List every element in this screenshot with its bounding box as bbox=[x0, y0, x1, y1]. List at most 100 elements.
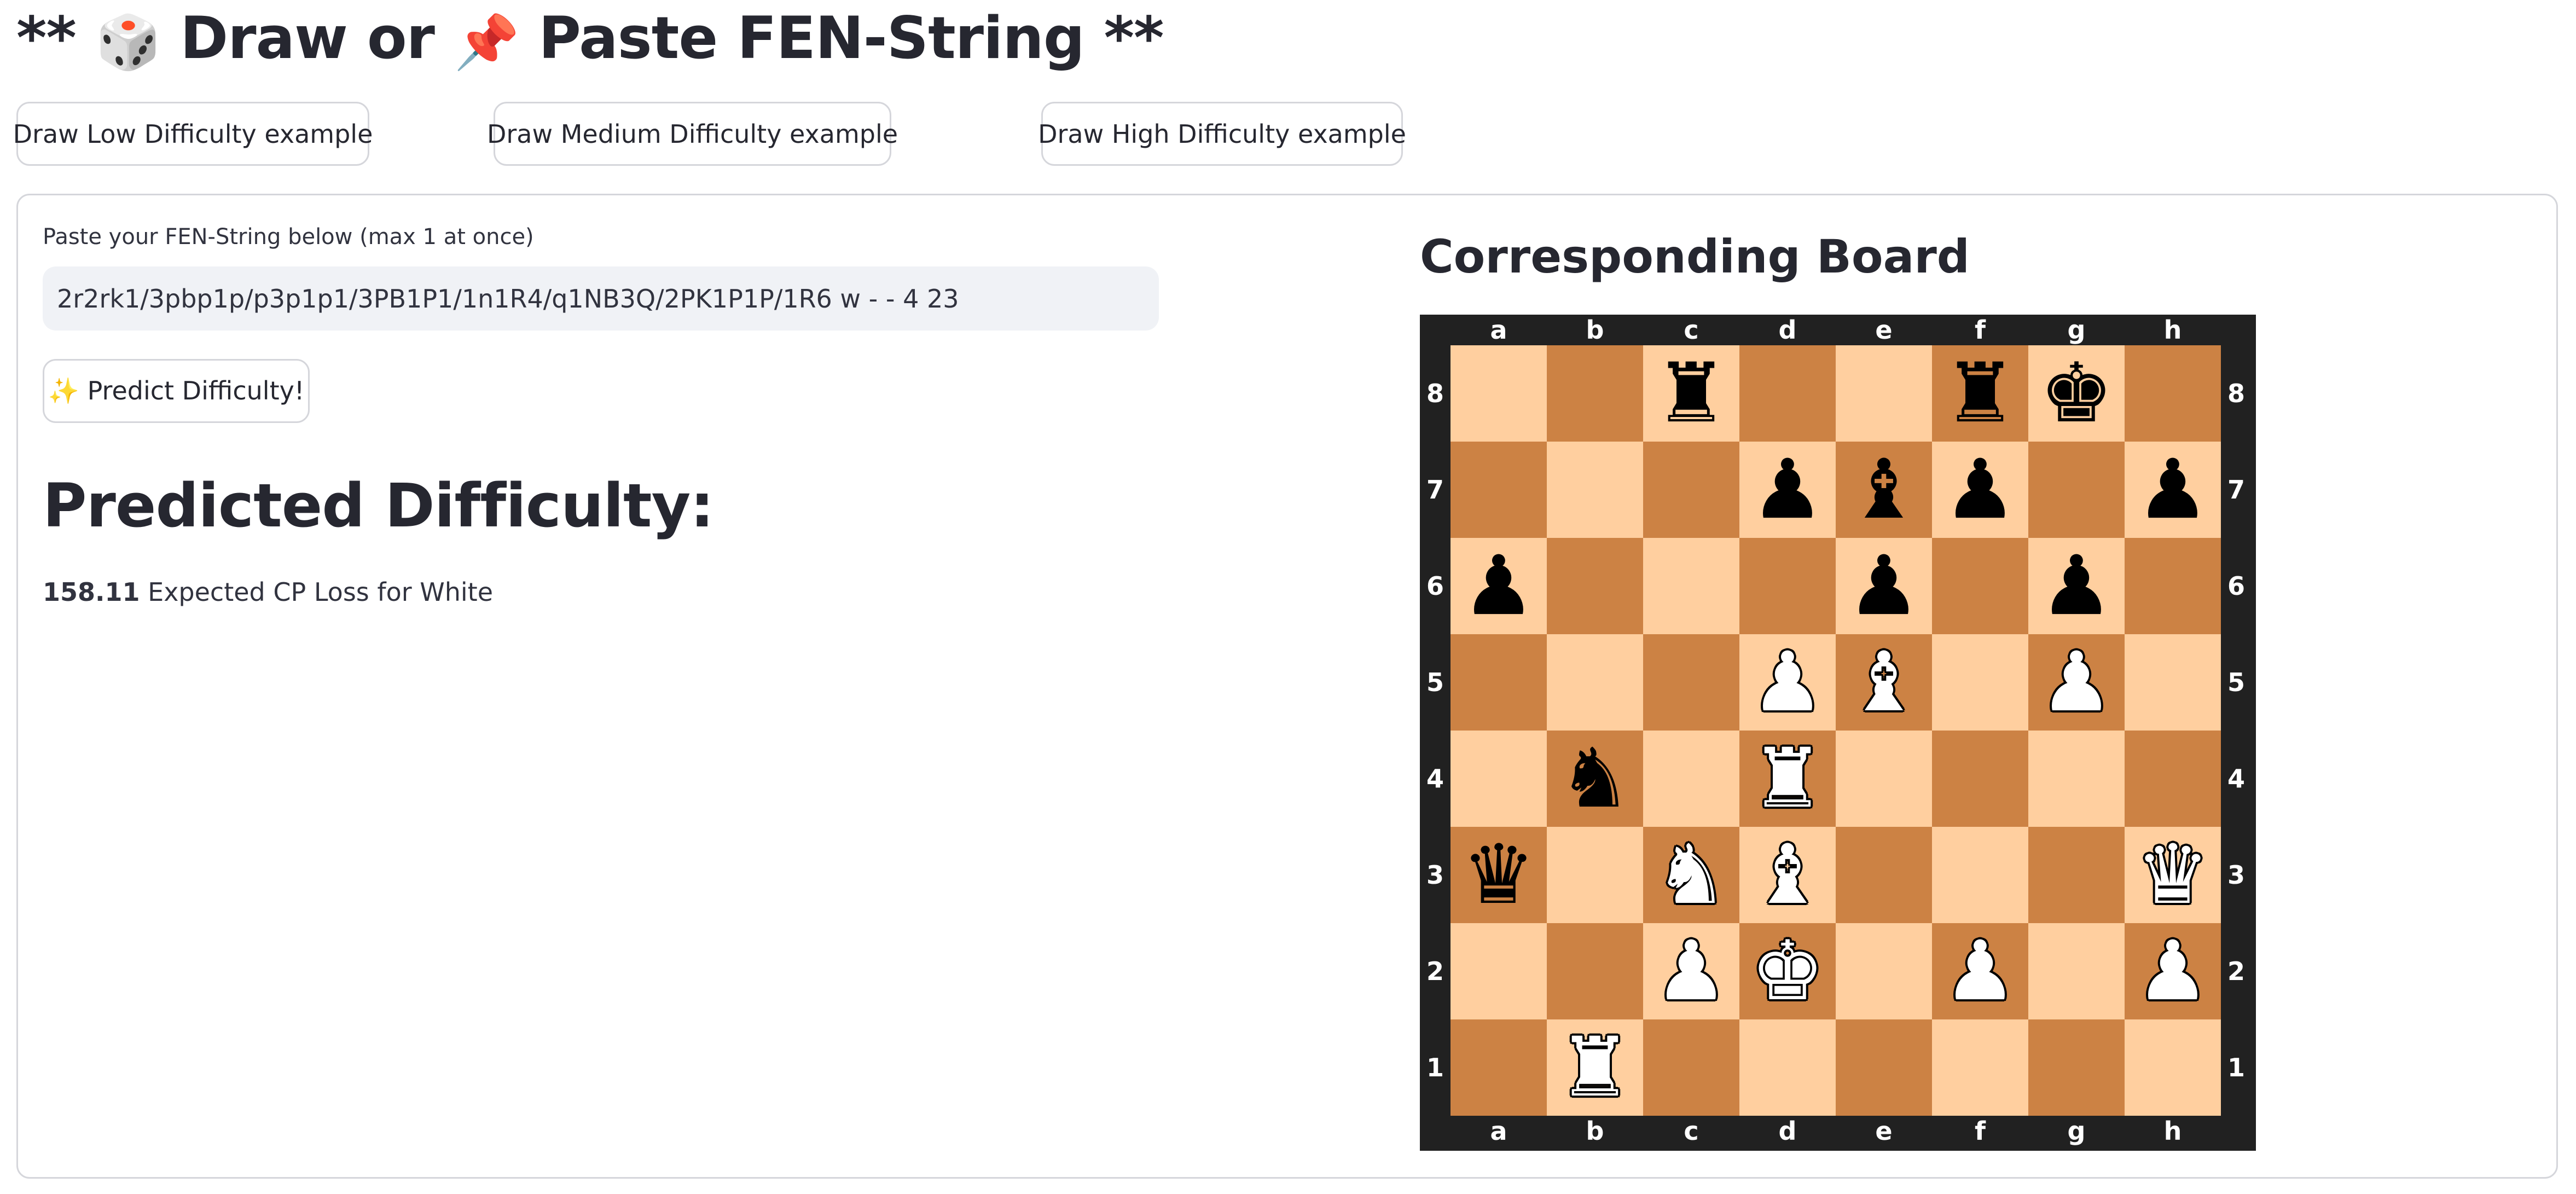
square-f3 bbox=[1932, 827, 2028, 923]
white-queen-icon: ♛ bbox=[2136, 827, 2210, 923]
title-suffix: Paste FEN-String ** bbox=[519, 4, 1164, 72]
white-pawn-icon: ♟ bbox=[2136, 924, 2210, 1019]
square-a8 bbox=[1451, 345, 1547, 442]
white-pawn-icon: ♟ bbox=[1750, 635, 1825, 730]
rank-label-left-6: 6 bbox=[1426, 571, 1444, 601]
predict-button[interactable]: ✨ Predict Difficulty! bbox=[43, 359, 310, 423]
white-rook-icon: ♜ bbox=[1750, 731, 1825, 826]
square-f4 bbox=[1932, 731, 2028, 827]
rank-label-right-6: 6 bbox=[2227, 571, 2245, 601]
title-prefix: ** bbox=[16, 4, 96, 72]
square-d1 bbox=[1739, 1019, 1836, 1116]
fen-label: Paste your FEN-String below (max 1 at on… bbox=[43, 224, 534, 250]
rank-label-left-4: 4 bbox=[1426, 764, 1444, 793]
square-h8 bbox=[2125, 345, 2221, 442]
rank-label-left-1: 1 bbox=[1426, 1053, 1444, 1082]
square-g4 bbox=[2028, 731, 2125, 827]
black-knight-icon: ♞ bbox=[1558, 731, 1632, 826]
square-e2 bbox=[1836, 923, 1932, 1019]
file-label-bottom-c: c bbox=[1684, 1116, 1699, 1146]
draw-low-button[interactable]: Draw Low Difficulty example bbox=[13, 102, 373, 166]
file-label-bottom-d: d bbox=[1778, 1116, 1797, 1146]
file-label-top-a: a bbox=[1490, 315, 1507, 345]
prediction-result: 158.11 Expected CP Loss for White bbox=[43, 577, 493, 607]
rank-label-right-3: 3 bbox=[2227, 860, 2245, 890]
black-pawn-icon: ♟ bbox=[2039, 538, 2114, 634]
rank-label-right-7: 7 bbox=[2227, 475, 2245, 505]
rank-label-left-3: 3 bbox=[1426, 860, 1444, 890]
board-title: Corresponding Board bbox=[1420, 230, 1970, 283]
square-a4 bbox=[1451, 731, 1547, 827]
black-bishop-icon: ♝ bbox=[1847, 442, 1921, 537]
black-pawn-icon: ♟ bbox=[2136, 442, 2210, 537]
square-e3 bbox=[1836, 827, 1932, 923]
white-rook-icon: ♜ bbox=[1558, 1020, 1632, 1115]
square-c7 bbox=[1643, 442, 1739, 538]
square-h5 bbox=[2125, 634, 2221, 731]
square-b7 bbox=[1547, 442, 1643, 538]
black-rook-icon: ♜ bbox=[1943, 346, 2017, 441]
file-label-bottom-h: h bbox=[2163, 1116, 2182, 1146]
file-label-top-f: f bbox=[1974, 315, 1986, 345]
rank-label-left-2: 2 bbox=[1426, 957, 1444, 986]
prediction-heading: Predicted Difficulty: bbox=[43, 471, 714, 541]
rank-label-left-5: 5 bbox=[1426, 668, 1444, 697]
white-bishop-icon: ♝ bbox=[1750, 827, 1825, 923]
square-b8 bbox=[1547, 345, 1643, 442]
square-d6 bbox=[1739, 538, 1836, 634]
square-b6 bbox=[1547, 538, 1643, 634]
file-label-bottom-a: a bbox=[1490, 1116, 1507, 1146]
file-label-top-g: g bbox=[2067, 315, 2086, 345]
rank-label-right-4: 4 bbox=[2227, 764, 2245, 793]
square-h1 bbox=[2125, 1019, 2221, 1116]
black-pawn-icon: ♟ bbox=[1461, 538, 1536, 634]
white-pawn-icon: ♟ bbox=[1654, 924, 1728, 1019]
black-queen-icon: ♛ bbox=[1461, 827, 1536, 923]
draw-high-button[interactable]: Draw High Difficulty example bbox=[1038, 102, 1406, 166]
square-d8 bbox=[1739, 345, 1836, 442]
file-label-bottom-b: b bbox=[1586, 1116, 1604, 1146]
square-g7 bbox=[2028, 442, 2125, 538]
square-b2 bbox=[1547, 923, 1643, 1019]
white-king-icon: ♚ bbox=[1750, 924, 1825, 1019]
dice-icon: 🎲 bbox=[95, 11, 161, 73]
file-label-top-b: b bbox=[1586, 315, 1604, 345]
square-f5 bbox=[1932, 634, 2028, 731]
square-e1 bbox=[1836, 1019, 1932, 1116]
square-b3 bbox=[1547, 827, 1643, 923]
file-label-bottom-g: g bbox=[2067, 1116, 2086, 1146]
square-c4 bbox=[1643, 731, 1739, 827]
file-label-top-c: c bbox=[1684, 315, 1699, 345]
square-e4 bbox=[1836, 731, 1932, 827]
file-label-top-h: h bbox=[2163, 315, 2182, 345]
square-a7 bbox=[1451, 442, 1547, 538]
prediction-text: Expected CP Loss for White bbox=[148, 577, 494, 607]
draw-medium-button[interactable]: Draw Medium Difficulty example bbox=[487, 102, 898, 166]
black-pawn-icon: ♟ bbox=[1750, 442, 1825, 537]
square-c6 bbox=[1643, 538, 1739, 634]
file-label-bottom-f: f bbox=[1974, 1116, 1986, 1146]
page-title: ** 🎲 Draw or 📌 Paste FEN-String ** bbox=[16, 0, 1164, 77]
black-king-icon: ♚ bbox=[2039, 346, 2114, 441]
file-label-bottom-e: e bbox=[1875, 1116, 1893, 1146]
fen-input[interactable]: 2r2rk1/3pbp1p/p3p1p1/3PB1P1/1n1R4/q1NB3Q… bbox=[43, 266, 1159, 331]
square-c5 bbox=[1643, 634, 1739, 731]
square-c1 bbox=[1643, 1019, 1739, 1116]
title-mid: Draw or bbox=[160, 4, 454, 72]
rank-label-right-8: 8 bbox=[2227, 379, 2245, 408]
square-h4 bbox=[2125, 731, 2221, 827]
square-a2 bbox=[1451, 923, 1547, 1019]
rank-label-right-2: 2 bbox=[2227, 957, 2245, 986]
square-f1 bbox=[1932, 1019, 2028, 1116]
rank-label-right-1: 1 bbox=[2227, 1053, 2245, 1082]
chess-board: a a b b c c d d e e f f g g h h 8 8 7 7 6 6 5 5 4 4 3 3 2 2 1 1 ♜ ♜ ♚ ♟ ♝ ♟ ♟ ♟… bbox=[1420, 315, 2256, 1151]
square-e8 bbox=[1836, 345, 1932, 442]
file-label-top-d: d bbox=[1778, 315, 1797, 345]
square-h6 bbox=[2125, 538, 2221, 634]
white-bishop-icon: ♝ bbox=[1847, 635, 1921, 730]
white-pawn-icon: ♟ bbox=[2039, 635, 2114, 730]
black-pawn-icon: ♟ bbox=[1943, 442, 2017, 537]
prediction-value: 158.11 bbox=[43, 577, 140, 607]
square-g1 bbox=[2028, 1019, 2125, 1116]
black-pawn-icon: ♟ bbox=[1847, 538, 1921, 634]
